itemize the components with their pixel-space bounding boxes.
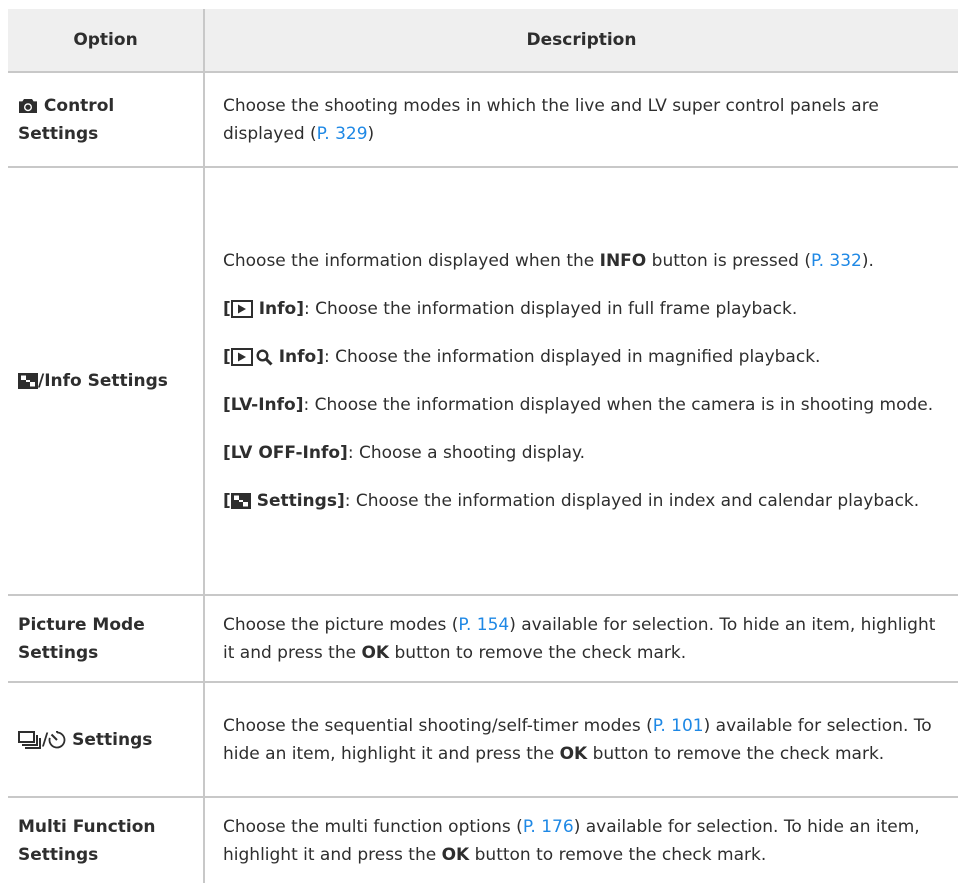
index-grid-icon <box>18 373 38 389</box>
ok-button-label: OK <box>441 844 470 865</box>
item-name: Info] <box>252 299 304 319</box>
description-text: : Choose the information displayed in in… <box>344 491 920 511</box>
options-table: Option Description Control Settings Choo… <box>8 9 958 883</box>
index-grid-icon <box>230 493 251 509</box>
option-picture-mode: Picture Mode Settings <box>8 594 205 682</box>
description-text: ). <box>861 251 874 271</box>
ok-button-label: OK <box>361 642 390 663</box>
bracket: [ <box>223 299 231 319</box>
description-text: : Choose the information displayed in ma… <box>323 347 821 367</box>
option-label: Settings <box>66 729 153 750</box>
option-label: /Info Settings <box>38 371 168 391</box>
page-link[interactable]: P. 332 <box>811 251 862 271</box>
page-link[interactable]: P. 154 <box>458 615 509 635</box>
option-info-settings: /Info Settings <box>8 166 205 595</box>
info-playback-item: [ Info]: Choose the information displaye… <box>223 295 944 323</box>
table-row: Multi Function Settings Choose the multi… <box>8 796 958 883</box>
table-row: Control Settings Choose the shooting mod… <box>8 72 958 167</box>
description-text: Choose the multi function options ( <box>223 816 523 837</box>
bracket: [ <box>223 347 231 367</box>
sequential-shooting-icon <box>18 730 42 749</box>
item-name: Settings] <box>250 491 345 511</box>
description-text: ) <box>367 123 375 144</box>
table-row: Picture Mode Settings Choose the picture… <box>8 594 958 682</box>
info-button-label: INFO <box>599 251 647 271</box>
option-header: Option <box>8 9 205 73</box>
description-header: Description <box>204 9 958 73</box>
description-text: button to remove the check mark. <box>389 642 687 663</box>
option-drive-settings: / Settings <box>8 681 205 797</box>
description-text: Choose the information displayed when th… <box>223 251 600 271</box>
info-intro: Choose the information displayed when th… <box>223 247 944 275</box>
description-text: Choose the picture modes ( <box>223 614 459 635</box>
info-lv-item: [LV-Info]: Choose the information displa… <box>223 391 944 419</box>
description-info-settings: Choose the information displayed when th… <box>204 166 958 595</box>
table-row: / Settings Choose the sequential shootin… <box>8 681 958 797</box>
description-text: button to remove the check mark. <box>587 743 885 764</box>
playback-icon <box>230 348 253 366</box>
ok-button-label: OK <box>559 743 588 764</box>
page-link[interactable]: P. 176 <box>523 817 574 837</box>
page-link[interactable]: P. 101 <box>653 716 704 736</box>
self-timer-icon <box>48 730 66 749</box>
item-name: [LV-Info] <box>223 395 304 415</box>
description-control-settings: Choose the shooting modes in which the l… <box>204 72 958 167</box>
option-multi-function: Multi Function Settings <box>8 796 205 883</box>
description-drive-settings: Choose the sequential shooting/self-time… <box>204 681 958 797</box>
info-index-item: [ Settings]: Choose the information disp… <box>223 487 944 515</box>
description-text: : Choose the information displayed when … <box>303 395 934 415</box>
header-row: Option Description <box>8 9 958 73</box>
table-row: /Info Settings Choose the information di… <box>8 166 958 595</box>
description-text: button is pressed ( <box>646 251 811 271</box>
description-text: : Choose a shooting display. <box>347 443 586 463</box>
magnify-icon <box>256 348 273 366</box>
camera-icon <box>18 98 38 114</box>
item-name: Info] <box>272 347 324 367</box>
description-multi-function: Choose the multi function options (P. 17… <box>204 796 958 883</box>
option-control-settings: Control Settings <box>8 72 205 167</box>
bracket: [ <box>223 491 231 511</box>
item-name: [LV OFF-Info] <box>223 443 348 463</box>
info-magnify-item: [ Info]: Choose the information displaye… <box>223 343 944 371</box>
page-link[interactable]: P. 329 <box>317 124 368 144</box>
description-text: : Choose the information displayed in fu… <box>303 299 798 319</box>
playback-icon <box>230 300 253 318</box>
info-lvoff-item: [LV OFF-Info]: Choose a shooting display… <box>223 439 944 467</box>
description-picture-mode: Choose the picture modes (P. 154) availa… <box>204 594 958 682</box>
description-text: Choose the sequential shooting/self-time… <box>223 715 653 736</box>
description-text: button to remove the check mark. <box>469 844 767 865</box>
